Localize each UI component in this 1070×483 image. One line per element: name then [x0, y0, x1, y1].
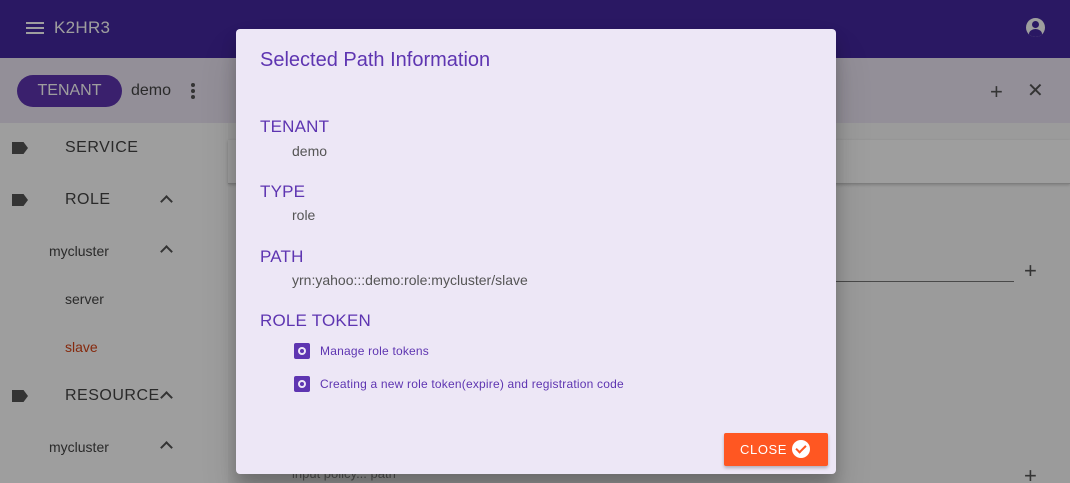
type-heading: TYPE [260, 182, 306, 201]
tenant-value: demo [292, 143, 328, 159]
link-label: Manage role tokens [320, 344, 429, 358]
settings-icon [294, 343, 310, 359]
path-heading: PATH [260, 247, 304, 266]
close-button[interactable]: CLOSE [724, 433, 828, 466]
dialog-title: Selected Path Information [260, 49, 491, 71]
link-label: Creating a new role token(expire) and re… [320, 377, 624, 391]
path-info-dialog: Selected Path Information TENANT demo TY… [236, 29, 836, 474]
check-circle-icon [792, 440, 810, 458]
role-token-heading: ROLE TOKEN [260, 311, 371, 330]
tenant-heading: TENANT [260, 117, 330, 136]
settings-icon [294, 376, 310, 392]
path-value: yrn:yahoo:::demo:role:mycluster/slave [292, 272, 528, 288]
type-value: role [292, 207, 316, 223]
close-button-label: CLOSE [740, 442, 788, 457]
